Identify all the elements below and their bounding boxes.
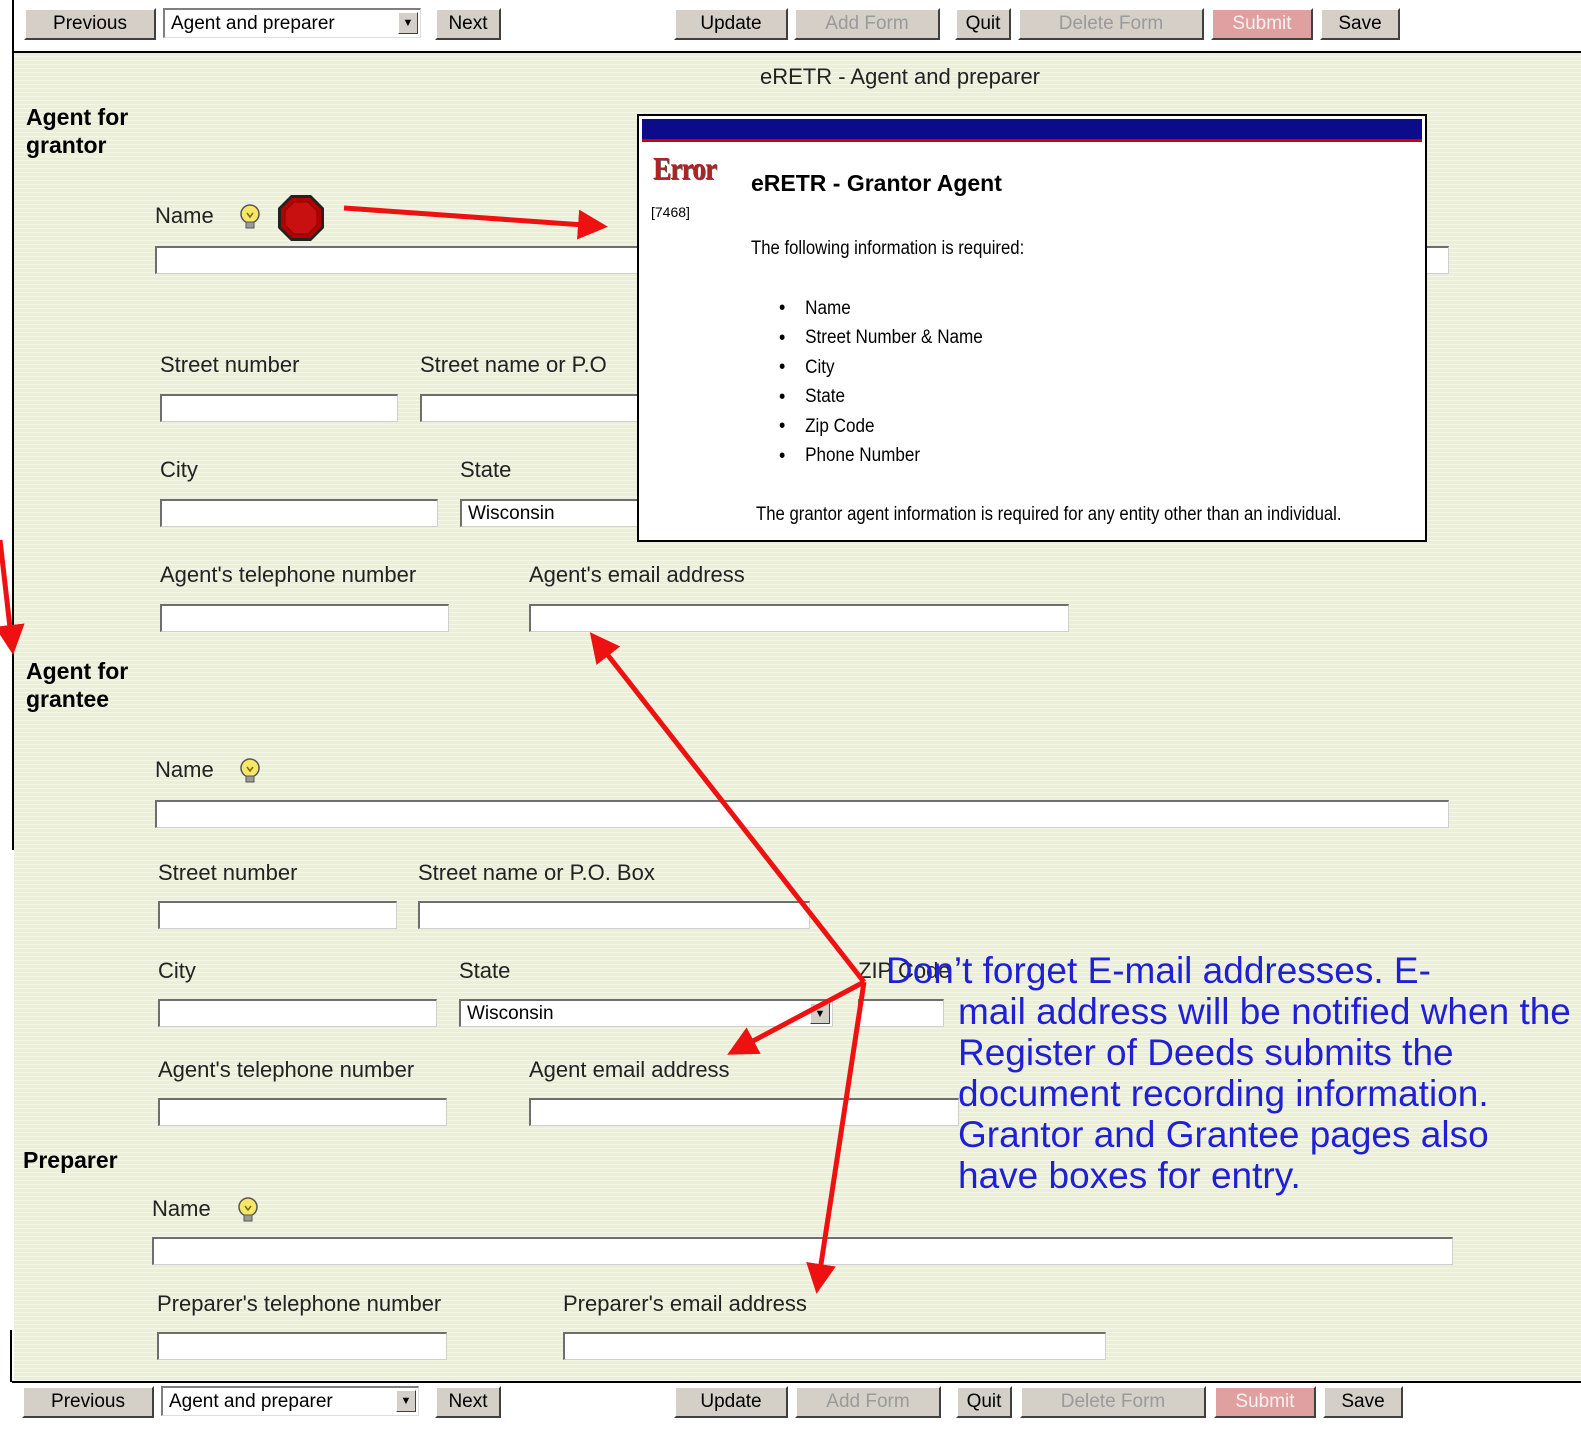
list-item: Name: [779, 294, 983, 324]
arrow-left-edge: [0, 539, 25, 655]
section-heading-agent-grantee: Agent for grantee: [26, 658, 129, 712]
preparer-phone-input[interactable]: [157, 1332, 447, 1360]
error-title-bar: [642, 119, 1422, 139]
delete-form-button[interactable]: Delete Form: [1018, 8, 1204, 40]
grantee-street-name-label: Street name or P.O. Box: [418, 860, 655, 885]
update-button[interactable]: Update: [674, 8, 788, 40]
update-button[interactable]: Update: [674, 1386, 788, 1418]
grantee-state-value: Wisconsin: [467, 1002, 554, 1024]
lightbulb-info-icon[interactable]: [236, 1197, 260, 1223]
top-toolbar: Previous Agent and preparer ▼ Next Updat…: [0, 8, 1581, 46]
submit-button[interactable]: Submit: [1211, 8, 1313, 40]
quit-button[interactable]: Quit: [955, 8, 1011, 40]
chevron-down-icon[interactable]: ▼: [398, 12, 418, 34]
grantee-street-name-input[interactable]: [418, 901, 810, 929]
error-popup: Error [7468] eRETR - Grantor Agent The f…: [637, 114, 1427, 542]
save-button[interactable]: Save: [1320, 8, 1400, 40]
form-select[interactable]: Agent and preparer ▼: [161, 1386, 419, 1416]
preparer-email-label: Preparer's email address: [563, 1291, 807, 1316]
list-item: City: [779, 353, 983, 383]
previous-button[interactable]: Previous: [24, 8, 156, 40]
error-title: eRETR - Grantor Agent: [751, 170, 1002, 196]
quit-button[interactable]: Quit: [956, 1386, 1012, 1418]
left-border-bottom: [10, 1330, 12, 1382]
list-item: State: [779, 383, 983, 413]
preparer-name-input[interactable]: [152, 1237, 1453, 1265]
grantor-city-input[interactable]: [160, 499, 438, 527]
left-border-top: [12, 0, 14, 850]
next-button[interactable]: Next: [435, 8, 501, 40]
grantor-phone-input[interactable]: [160, 604, 449, 632]
lightbulb-info-icon[interactable]: [238, 758, 262, 784]
grantee-state-select[interactable]: Wisconsin ▼: [459, 999, 833, 1027]
error-intro: The following information is required:: [751, 238, 1025, 259]
bottom-toolbar: Previous Agent and preparer ▼ Next Updat…: [0, 1386, 1581, 1424]
grantor-state-select[interactable]: Wisconsin: [460, 499, 650, 527]
submit-button[interactable]: Submit: [1214, 1386, 1316, 1418]
add-form-button[interactable]: Add Form: [795, 1386, 941, 1418]
grantee-state-label: State: [459, 958, 511, 983]
section-heading-agent-grantor: Agent for grantor: [26, 104, 129, 158]
error-title-underline: [642, 139, 1422, 142]
form-select-value: Agent and preparer: [169, 1390, 333, 1412]
form-select-value: Agent and preparer: [171, 12, 335, 34]
list-item: Phone Number: [779, 442, 983, 472]
grantee-phone-label: Agent's telephone number: [158, 1057, 415, 1082]
bottom-border: [12, 1381, 1581, 1383]
grantee-email-label: Agent email address: [529, 1057, 730, 1082]
preparer-email-input[interactable]: [563, 1332, 1106, 1360]
grantee-street-number-input[interactable]: [158, 901, 397, 929]
chevron-down-icon[interactable]: ▼: [810, 1003, 830, 1024]
error-required-list: Name Street Number & Name City State Zip…: [779, 294, 1005, 471]
preparer-name-label: Name: [152, 1196, 211, 1221]
annotation-first-line: Don’t forget E-mail addresses. E-: [886, 950, 1431, 991]
grantor-city-label: City: [160, 457, 198, 482]
grantor-street-name-input[interactable]: [420, 394, 650, 422]
chevron-down-icon[interactable]: ▼: [396, 1390, 416, 1412]
next-button[interactable]: Next: [435, 1386, 501, 1418]
preparer-phone-label: Preparer's telephone number: [157, 1291, 442, 1316]
grantee-street-number-label: Street number: [158, 860, 298, 885]
list-item: Street Number & Name: [779, 324, 983, 354]
grantee-city-input[interactable]: [158, 999, 437, 1027]
delete-form-button[interactable]: Delete Form: [1020, 1386, 1206, 1418]
grantee-name-input[interactable]: [155, 800, 1449, 828]
list-item: Zip Code: [779, 412, 983, 442]
grantor-street-number-label: Street number: [160, 352, 300, 377]
grantor-name-label: Name: [155, 203, 214, 228]
error-footer: The grantor agent information is require…: [756, 504, 1342, 525]
save-button[interactable]: Save: [1323, 1386, 1403, 1418]
lightbulb-info-icon[interactable]: [238, 204, 262, 230]
grantor-street-name-label: Street name or P.O: [420, 352, 607, 377]
grantor-street-number-input[interactable]: [160, 394, 398, 422]
grantor-phone-label: Agent's telephone number: [160, 562, 417, 587]
top-border: [14, 51, 1581, 53]
page-title: eRETR - Agent and preparer: [759, 64, 1041, 89]
stop-sign-error-icon: [278, 195, 324, 241]
annotation-body: mail address will be notified when the R…: [958, 991, 1571, 1196]
add-form-button[interactable]: Add Form: [794, 8, 940, 40]
grantor-state-value: Wisconsin: [468, 502, 555, 524]
form-select[interactable]: Agent and preparer ▼: [163, 8, 421, 38]
error-logo: Error: [653, 150, 717, 186]
previous-button[interactable]: Previous: [22, 1386, 154, 1418]
grantee-name-label: Name: [155, 757, 214, 782]
grantor-state-label: State: [460, 457, 512, 482]
grantor-email-label: Agent's email address: [529, 562, 745, 587]
grantee-phone-input[interactable]: [158, 1098, 447, 1126]
grantor-email-input[interactable]: [529, 604, 1069, 632]
annotation-callout: Don’t forget E-mail addresses. E- mail a…: [886, 950, 1576, 1196]
grantee-city-label: City: [158, 958, 196, 983]
section-heading-preparer: Preparer: [23, 1147, 118, 1173]
error-code: [7468]: [651, 204, 690, 220]
